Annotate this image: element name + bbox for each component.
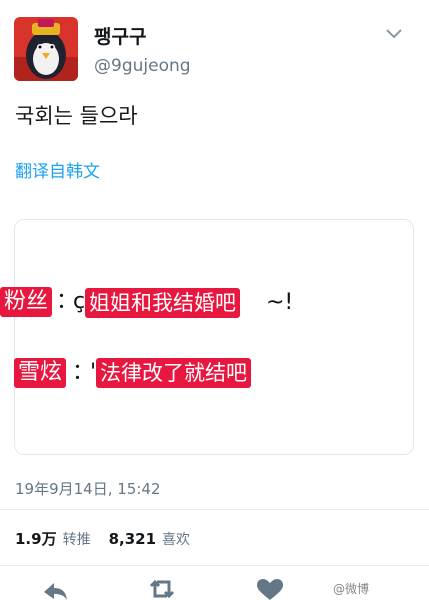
quote-highlight-1: 姐姐和我结婚吧	[85, 288, 240, 318]
reply-icon[interactable]	[40, 578, 70, 600]
user-handle[interactable]: @9gujeong	[94, 56, 191, 76]
retweet-label[interactable]: 转推	[63, 532, 91, 548]
quote-suffix-1: ~!	[266, 290, 294, 315]
divider-top	[0, 509, 429, 510]
weibo-watermark: @微博	[333, 582, 370, 596]
display-name[interactable]: 팽구구	[94, 22, 146, 49]
tweet-text: 국회는 들으라	[15, 104, 138, 128]
like-count[interactable]: 8,321	[109, 530, 156, 548]
quote-highlight-2: 法律改了就结吧	[96, 358, 251, 388]
divider-bottom	[0, 565, 429, 566]
media-card[interactable]	[14, 219, 414, 455]
like-heart-icon[interactable]	[255, 578, 285, 600]
penguin-avatar-icon	[14, 17, 78, 81]
tweet-timestamp[interactable]: 19年9月14日, 15:42	[15, 478, 160, 499]
speaker-label-xuexuan: 雪炫	[14, 358, 67, 388]
chevron-down-icon[interactable]	[384, 26, 404, 42]
translate-link[interactable]: 翻译自韩文	[15, 157, 100, 182]
tweet-stats: 1.9万 转推 8,321 喜欢	[15, 528, 208, 549]
retweet-count[interactable]: 1.9万	[15, 530, 57, 548]
avatar[interactable]	[14, 17, 78, 81]
speaker-label-fan: 粉丝	[0, 287, 53, 317]
stray-char-1: ç	[73, 289, 86, 314]
like-label[interactable]: 喜欢	[162, 532, 190, 548]
retweet-icon[interactable]	[145, 578, 179, 600]
